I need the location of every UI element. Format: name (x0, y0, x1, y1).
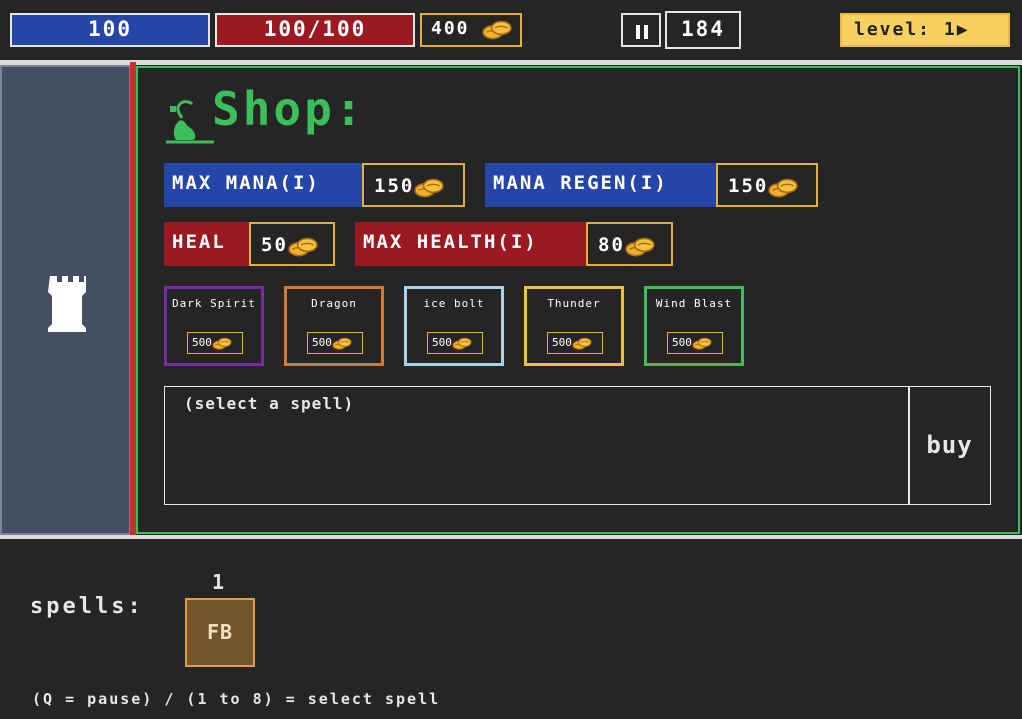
controls-help: (Q = pause) / (1 to 8) = select spell (32, 690, 441, 708)
max-mana-price-value: 150 (374, 175, 415, 197)
spell-card-wind-blast[interactable]: Wind Blast 500 (644, 286, 744, 366)
spell-price: 500 (667, 332, 723, 354)
coin-stack-icon (692, 336, 712, 350)
level-label: level: 1▶ (854, 19, 970, 40)
spell-name: Dragon (311, 297, 357, 310)
max-mana-button[interactable]: MAX MANA(I) (164, 163, 364, 207)
health-value: 100/100 (263, 17, 367, 41)
max-mana-label: MAX MANA(I) (172, 172, 320, 194)
spell-price: 500 (187, 332, 243, 354)
timer-display: 184 (665, 11, 741, 49)
shop-icon (166, 100, 214, 144)
mana-regen-label: MANA REGEN(I) (493, 172, 668, 194)
max-health-label: MAX HEALTH(I) (363, 231, 538, 253)
health-bar: 100/100 (215, 13, 415, 47)
max-health-button[interactable]: MAX HEALTH(I) (355, 222, 588, 266)
mana-value: 100 (88, 17, 132, 41)
shop-title: Shop: (212, 82, 366, 136)
pause-button[interactable] (621, 13, 661, 47)
spell-card-thunder[interactable]: Thunder 500 (524, 286, 624, 366)
spells-label: spells: (30, 594, 144, 619)
spell-card-dragon[interactable]: Dragon 500 (284, 286, 384, 366)
buy-button[interactable]: buy (908, 386, 991, 505)
tower-icon[interactable] (48, 272, 88, 332)
mana-bar: 100 (10, 13, 210, 47)
spell-name: ice bolt (423, 297, 485, 310)
spell-name: Dark Spirit (172, 297, 256, 310)
heal-price: 50 (249, 222, 335, 266)
heal-button[interactable]: HEAL (164, 222, 251, 266)
heal-price-value: 50 (261, 234, 288, 256)
coin-stack-icon (332, 336, 352, 350)
coin-stack-icon (572, 336, 592, 350)
mana-regen-button[interactable]: MANA REGEN(I) (485, 163, 718, 207)
coin-stack-icon (768, 176, 798, 198)
spell-price-value: 500 (192, 336, 212, 349)
max-mana-price: 150 (362, 163, 465, 207)
bottom-divider (0, 535, 1022, 539)
top-divider (0, 60, 1022, 65)
coin-stack-icon (452, 336, 472, 350)
spell-slot-1[interactable]: FB (185, 598, 255, 667)
spell-price: 500 (307, 332, 363, 354)
max-health-price: 80 (586, 222, 673, 266)
coin-stack-icon (482, 18, 512, 40)
mana-regen-price: 150 (716, 163, 818, 207)
timer-value: 184 (681, 17, 725, 41)
spell-card-dark-spirit[interactable]: Dark Spirit 500 (164, 286, 264, 366)
spell-price-value: 500 (672, 336, 692, 349)
spell-name: Thunder (547, 297, 601, 310)
coin-stack-icon (625, 235, 655, 257)
mana-regen-price-value: 150 (728, 175, 769, 197)
spell-price-value: 500 (432, 336, 452, 349)
coin-stack-icon (288, 235, 318, 257)
max-health-price-value: 80 (598, 234, 625, 256)
spell-price-value: 500 (552, 336, 572, 349)
gold-value: 400 (431, 18, 470, 39)
gold-counter: 400 (420, 13, 522, 47)
spell-description: (select a spell) (184, 394, 355, 413)
spell-price-value: 500 (312, 336, 332, 349)
spell-price: 500 (547, 332, 603, 354)
heal-label: HEAL (172, 231, 226, 253)
coin-stack-icon (212, 336, 232, 350)
coin-stack-icon (414, 176, 444, 198)
spell-name: Wind Blast (655, 297, 733, 310)
spell-price: 500 (427, 332, 483, 354)
level-button[interactable]: level: 1▶ (840, 13, 1010, 47)
spell-card-ice-bolt[interactable]: ice bolt 500 (404, 286, 504, 366)
spell-slot-number: 1 (212, 570, 225, 594)
